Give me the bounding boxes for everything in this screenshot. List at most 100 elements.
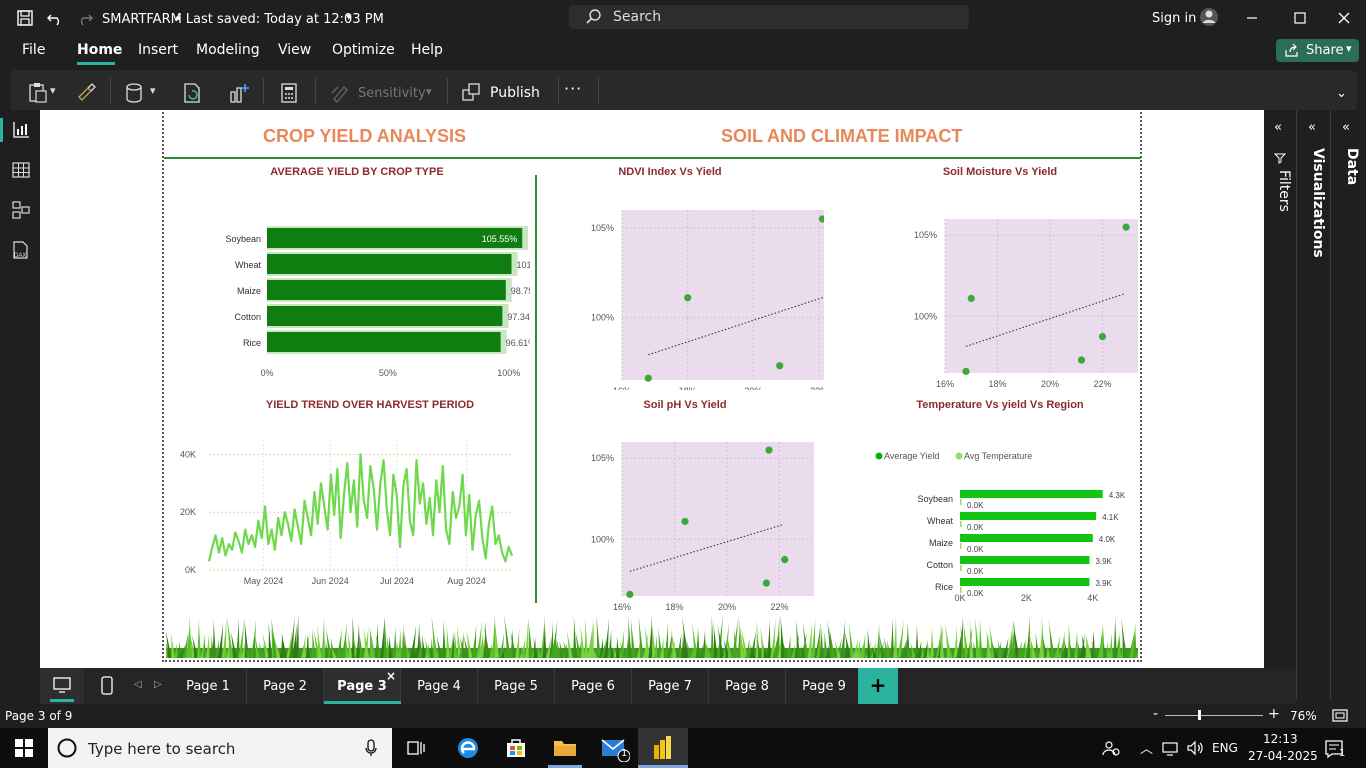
undo-icon[interactable] <box>46 9 64 27</box>
task-view-icon[interactable] <box>406 738 426 758</box>
menu-modeling[interactable]: Modeling <box>196 42 260 58</box>
taskbar-search-box[interactable]: Type here to search <box>48 728 392 768</box>
filters-pane-label[interactable]: Filters <box>1270 170 1292 250</box>
windows-taskbar: Type here to search 1 ︿ ENG 12:13 27-04-… <box>0 728 1366 768</box>
bar-maize <box>267 280 506 300</box>
menu-file[interactable]: File <box>22 42 45 58</box>
share-button[interactable]: Share ▾ <box>1276 39 1359 62</box>
fit-to-page-icon[interactable] <box>1332 709 1348 723</box>
visualizations-pane-label[interactable]: Visualizations <box>1304 148 1326 288</box>
data-pane-label[interactable]: Data <box>1338 148 1360 208</box>
calculator-icon[interactable] <box>280 82 298 104</box>
next-page-icon[interactable]: ▷ <box>154 679 162 690</box>
network-icon[interactable] <box>1161 740 1179 756</box>
more-options-button[interactable]: ··· <box>564 79 582 98</box>
previous-page-icon[interactable]: ◁ <box>134 679 142 690</box>
maximize-icon[interactable] <box>1293 11 1307 25</box>
page-tab-4[interactable]: Page 4 <box>401 668 478 704</box>
chevron-down-icon[interactable]: ▾ <box>150 84 156 97</box>
microphone-icon[interactable] <box>364 739 378 757</box>
bar-wheat <box>267 254 512 274</box>
minimize-icon[interactable] <box>1245 11 1259 25</box>
publish-label: Publish <box>490 85 540 101</box>
add-page-button[interactable]: + <box>858 668 898 704</box>
page-tab-8[interactable]: Page 8 <box>709 668 786 704</box>
volume-icon[interactable] <box>1186 740 1204 756</box>
menu-help[interactable]: Help <box>411 42 443 58</box>
file-explorer-icon[interactable] <box>552 736 578 760</box>
paste-icon[interactable] <box>28 82 48 104</box>
report-view-icon[interactable] <box>11 120 31 140</box>
table-view-icon[interactable] <box>11 160 31 180</box>
edge-browser-icon[interactable] <box>456 736 480 760</box>
grass-blade <box>866 628 871 658</box>
model-view-icon[interactable] <box>11 200 31 220</box>
close-tab-icon[interactable]: × <box>386 669 396 683</box>
zoom-slider-thumb[interactable] <box>1198 710 1201 720</box>
page-tab-7[interactable]: Page 7 <box>632 668 709 704</box>
language-indicator[interactable]: ENG <box>1212 741 1238 755</box>
zoom-in-button[interactable]: + <box>1268 706 1280 722</box>
format-painter-icon[interactable] <box>76 82 96 102</box>
menu-home[interactable]: Home <box>77 42 122 58</box>
menu-view[interactable]: View <box>278 42 311 58</box>
page-tab-2[interactable]: Page 2 <box>247 668 324 704</box>
temperature-bar-chart[interactable]: Average Yield Avg Temperature Soybean 4.3K 0… <box>868 446 1148 611</box>
dax-query-icon[interactable]: DAX <box>11 240 31 260</box>
yield-bar-soybean <box>960 490 1103 498</box>
soil-moisture-scatter-chart[interactable]: 16%18%20%22%24%105%100% <box>868 203 1138 388</box>
menu-optimize[interactable]: Optimize <box>332 42 395 58</box>
page-tab-3[interactable]: Page 3 × <box>324 668 401 704</box>
store-icon[interactable] <box>504 736 528 760</box>
category-label: Soybean <box>917 494 953 504</box>
zoom-slider-track[interactable] <box>1165 715 1263 716</box>
scatter-point <box>962 367 970 375</box>
save-icon[interactable] <box>16 9 34 27</box>
page-tab-1[interactable]: Page 1 <box>170 668 247 704</box>
windows-start-icon[interactable] <box>15 739 33 757</box>
desktop-layout-button[interactable] <box>40 668 84 704</box>
taskbar-search-placeholder: Type here to search <box>88 740 236 758</box>
collapse-ribbon-icon[interactable]: ⌄ <box>1336 86 1347 101</box>
x-tick-label: 22% <box>1093 379 1111 388</box>
page-tab-6[interactable]: Page 6 <box>555 668 632 704</box>
expand-visualizations-icon[interactable]: « <box>1308 120 1316 135</box>
avatar-icon[interactable] <box>1199 7 1219 27</box>
refresh-icon[interactable] <box>181 82 203 104</box>
get-data-icon[interactable] <box>124 82 144 104</box>
publish-button[interactable]: Publish <box>460 78 550 106</box>
soil-ph-title: Soil pH Vs Yield <box>643 399 727 411</box>
avg-yield-bar-chart[interactable]: Soybean 105.55% Wheat 101.11% Maize 98.75% Cot… <box>170 210 530 385</box>
close-icon[interactable] <box>1337 11 1351 25</box>
ndvi-scatter-chart[interactable]: 16% 18% 20% 22% 105% 100% <box>544 195 824 390</box>
page-tab-5[interactable]: Page 5 <box>478 668 555 704</box>
report-canvas: CROP YIELD ANALYSIS SOIL AND CLIMATE IMP… <box>40 110 1264 668</box>
grass-blade <box>429 637 434 658</box>
yield-trend-line-chart[interactable]: 40K 20K 0K May 2024 Jun 2024 Jul 2024 Aug 2024 <box>164 430 524 590</box>
chevron-down-icon[interactable]: ▾ <box>50 84 56 97</box>
legend-marker <box>875 452 883 460</box>
chevron-up-icon[interactable]: ︿ <box>1140 738 1153 757</box>
y-tick-label: 100% <box>591 534 614 544</box>
expand-filters-icon[interactable]: « <box>1274 120 1282 135</box>
page-tab-label: Page 7 <box>648 678 692 694</box>
clock-date[interactable]: 27-04-2025 <box>1248 749 1318 763</box>
sign-in-link[interactable]: Sign in <box>1152 11 1196 26</box>
expand-data-icon[interactable]: « <box>1342 120 1350 135</box>
clock-time[interactable]: 12:13 <box>1263 732 1298 746</box>
powerbi-taskbar-button[interactable] <box>638 728 688 768</box>
menu-insert[interactable]: Insert <box>138 42 178 58</box>
temperature-bar-maize <box>960 543 962 549</box>
mobile-layout-icon[interactable] <box>100 676 114 696</box>
x-tick-label: 4K <box>1087 593 1098 603</box>
x-tick-label: Jun 2024 <box>312 576 349 586</box>
chevron-down-icon[interactable]: ▾ <box>346 10 352 23</box>
page-tab-9[interactable]: Page 9 <box>786 668 863 704</box>
redo-icon[interactable] <box>76 9 94 27</box>
search-box[interactable]: Search <box>569 5 969 29</box>
people-icon[interactable] <box>1102 739 1120 757</box>
status-bar: Page 3 of 9 - + 76% <box>0 704 1366 728</box>
soil-ph-scatter-chart[interactable]: 16%18%20%22%24%105%100% <box>544 428 814 613</box>
new-visual-icon[interactable] <box>229 82 251 104</box>
zoom-out-button[interactable]: - <box>1153 706 1158 722</box>
